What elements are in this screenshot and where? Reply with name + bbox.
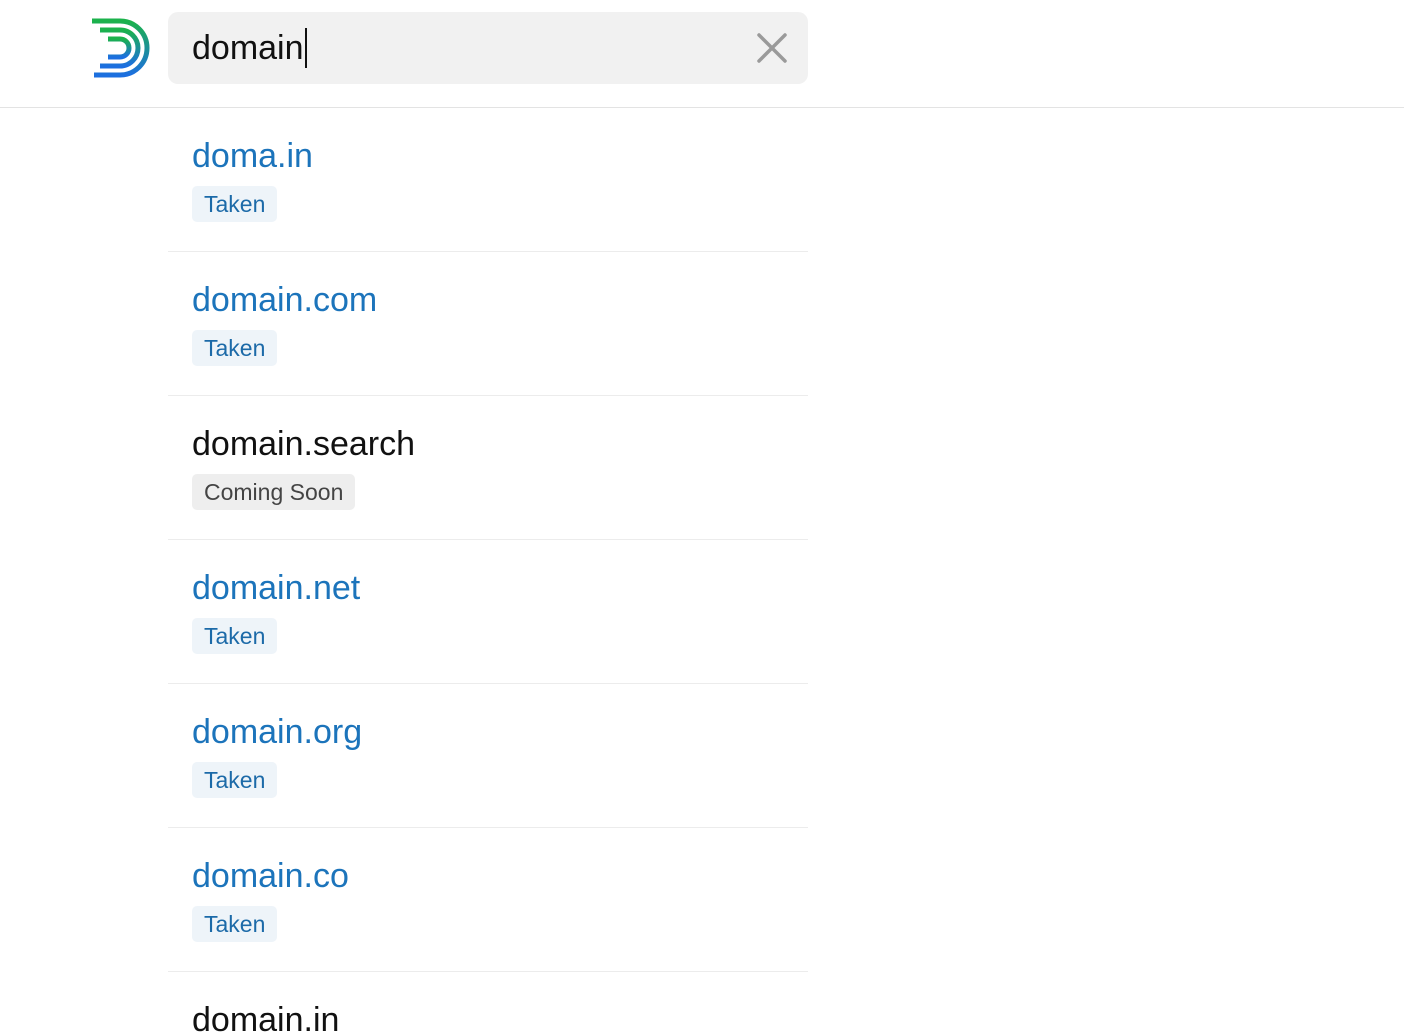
top-bar: domain: [0, 0, 1404, 108]
result-item[interactable]: doma.in Taken: [168, 108, 808, 252]
status-badge: Taken: [192, 762, 278, 798]
result-item[interactable]: domain.co Taken: [168, 828, 808, 972]
status-badge: Taken: [192, 618, 278, 654]
result-item[interactable]: domain.com Taken: [168, 252, 808, 396]
result-domain-name[interactable]: domain.com: [192, 280, 377, 320]
status-badge: Taken: [192, 906, 278, 942]
result-item[interactable]: domain.org Taken: [168, 684, 808, 828]
status-badge: Taken: [192, 330, 278, 366]
domains-logo-icon[interactable]: [90, 18, 150, 78]
close-icon: [757, 33, 787, 63]
result-domain-name[interactable]: domain.co: [192, 856, 349, 896]
status-badge: Coming Soon: [192, 474, 356, 510]
status-badge: Taken: [192, 186, 278, 222]
result-domain-name[interactable]: domain.net: [192, 568, 360, 608]
result-item[interactable]: domain.in: [168, 972, 808, 1032]
result-item[interactable]: domain.net Taken: [168, 540, 808, 684]
result-domain-name[interactable]: doma.in: [192, 136, 313, 176]
result-domain-name[interactable]: domain.search: [192, 424, 415, 464]
search-box[interactable]: domain: [168, 12, 808, 84]
search-input-value: domain: [192, 29, 304, 67]
result-domain-name[interactable]: domain.org: [192, 712, 362, 752]
clear-search-button[interactable]: [754, 30, 790, 66]
results-list: doma.in Taken domain.com Taken domain.se…: [168, 108, 808, 1032]
result-item[interactable]: domain.search Coming Soon: [168, 396, 808, 540]
text-caret: [304, 28, 307, 69]
result-domain-name[interactable]: domain.in: [192, 1000, 339, 1032]
search-input[interactable]: domain: [192, 12, 307, 84]
